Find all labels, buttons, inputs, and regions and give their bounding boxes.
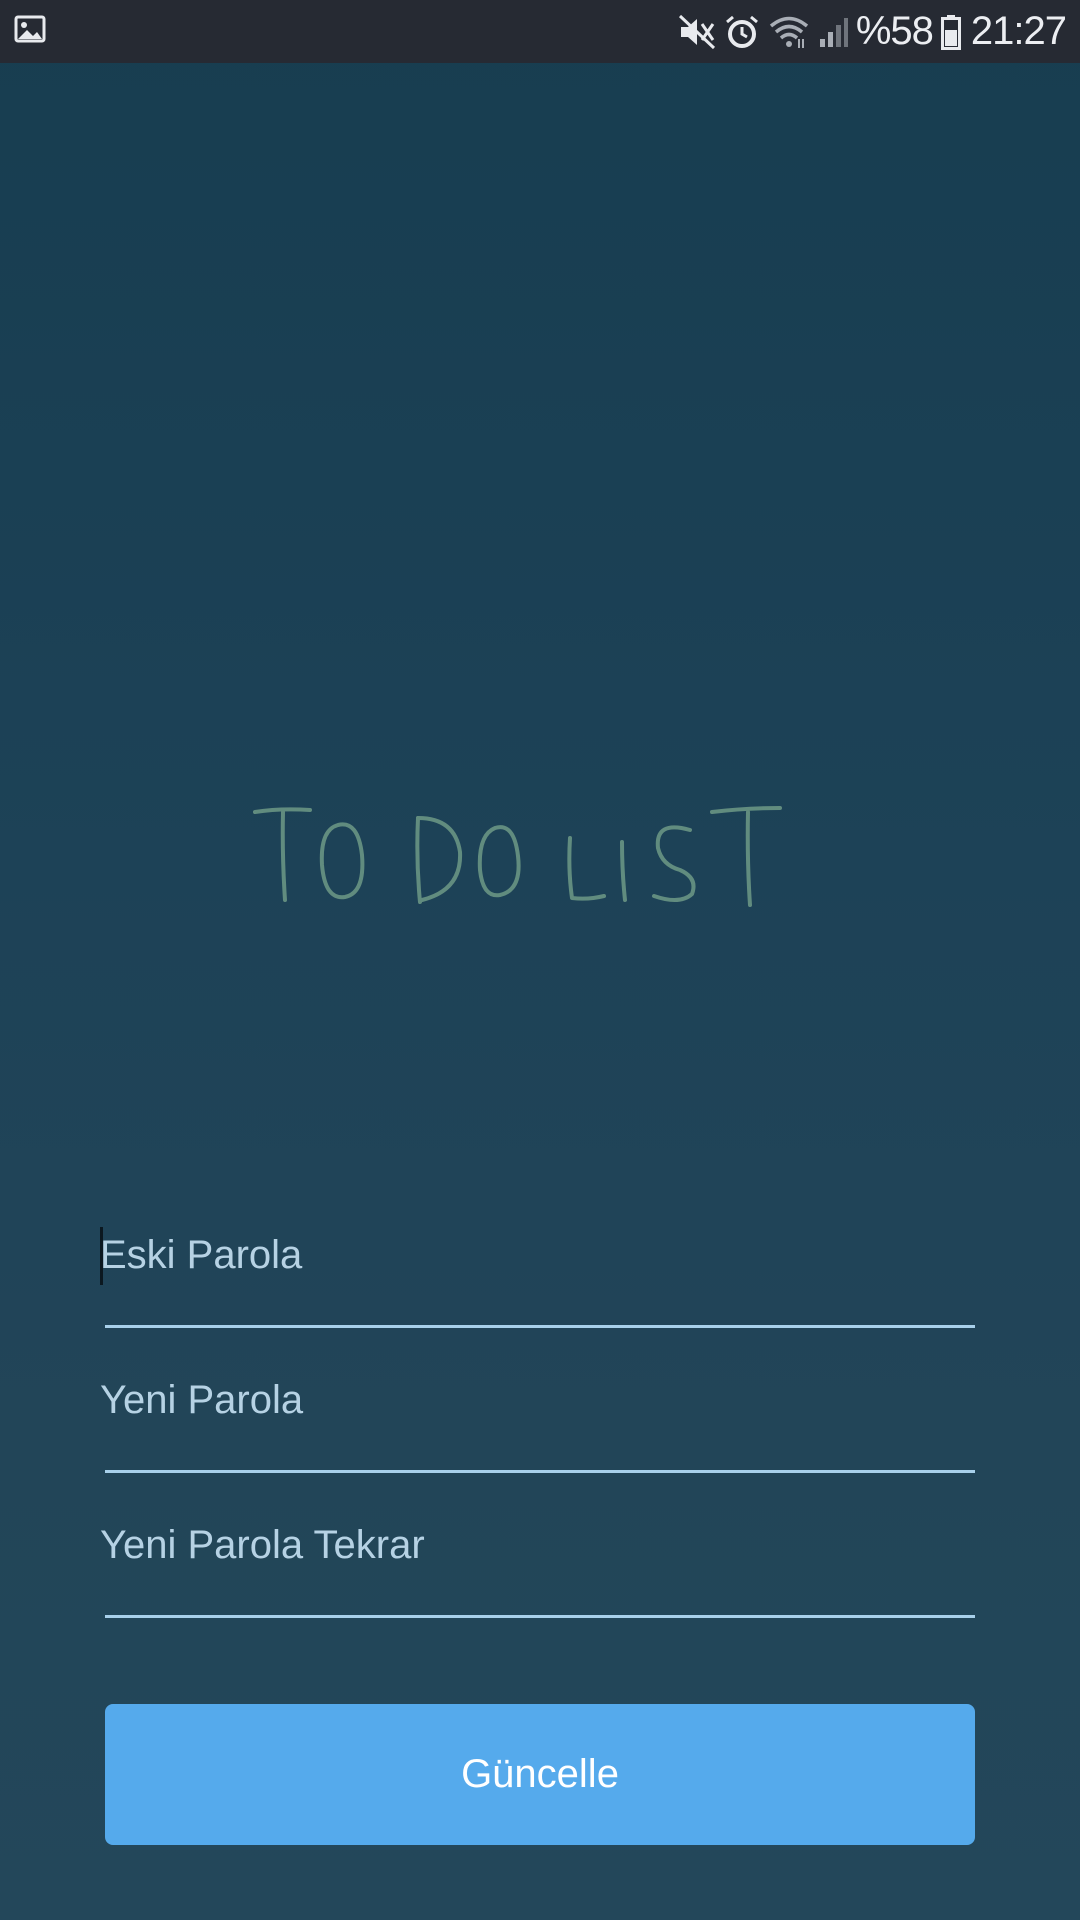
battery-percent: %58 [855, 9, 934, 53]
clock: 21:27 [970, 9, 1067, 53]
repeat-password-field-row [100, 1490, 975, 1635]
mute-icon [678, 12, 716, 52]
old-password-underline [105, 1325, 975, 1328]
todo-list-logo-icon [253, 806, 782, 907]
gallery-icon [14, 13, 46, 45]
wifi-icon [768, 12, 810, 52]
signal-icon [818, 12, 848, 52]
status-icons: %58 21:27 [678, 0, 1067, 63]
app-logo [250, 790, 790, 920]
change-password-form [100, 1200, 975, 1635]
alarm-icon [724, 12, 760, 52]
update-button[interactable]: Güncelle [105, 1704, 975, 1845]
battery-icon [940, 12, 961, 52]
new-password-underline [105, 1470, 975, 1473]
old-password-input[interactable] [100, 1200, 970, 1310]
repeat-password-underline [105, 1615, 975, 1618]
new-password-input[interactable] [100, 1345, 970, 1455]
old-password-field-row [100, 1200, 975, 1345]
new-password-field-row [100, 1345, 975, 1490]
status-bar: %58 21:27 [0, 0, 1080, 63]
repeat-password-input[interactable] [100, 1490, 970, 1600]
